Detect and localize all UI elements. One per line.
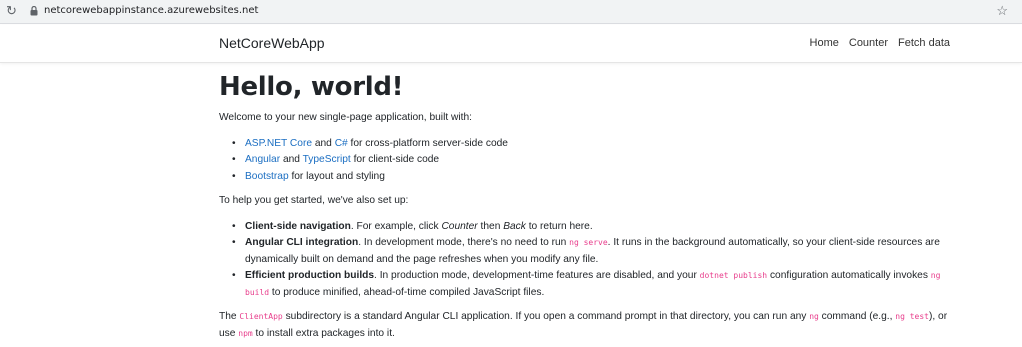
list-item: Angular CLI integration. In development … <box>231 235 959 268</box>
navbar-brand[interactable]: NetCoreWebApp <box>219 35 325 51</box>
browser-address-bar: ↻ netcorewebappinstance.azurewebsites.ne… <box>0 0 1022 24</box>
nav-link-home[interactable]: Home <box>810 37 839 49</box>
nav-links: Home Counter Fetch data <box>810 37 950 49</box>
list-item: Efficient production builds. In producti… <box>231 268 959 301</box>
built-with-list: ASP.NET Core and C# for cross-platform s… <box>231 136 959 186</box>
main-content: Hello, world! Welcome to your new single… <box>219 70 959 347</box>
list-item: Bootstrap for layout and styling <box>231 169 959 186</box>
reload-icon[interactable]: ↻ <box>6 3 17 19</box>
bootstrap-link[interactable]: Bootstrap <box>245 171 289 182</box>
url-field[interactable]: netcorewebappinstance.azurewebsites.net <box>44 5 258 16</box>
page-title: Hello, world! <box>219 72 404 102</box>
intro-text: Welcome to your new single-page applicat… <box>219 112 472 123</box>
setup-intro-text: To help you get started, we've also set … <box>219 195 409 206</box>
lock-icon[interactable] <box>30 6 38 16</box>
top-navbar: NetCoreWebApp Home Counter Fetch data <box>0 25 1022 63</box>
setup-list: Client-side navigation. For example, cli… <box>231 219 959 302</box>
list-item: Angular and TypeScript for client-side c… <box>231 152 959 169</box>
clientapp-paragraph: The ClientApp subdirectory is a standard… <box>219 311 948 339</box>
list-item: Client-side navigation. For example, cli… <box>231 219 959 236</box>
bookmark-star-icon[interactable]: ☆ <box>996 3 1008 19</box>
nav-link-counter[interactable]: Counter <box>849 37 888 49</box>
csharp-link[interactable]: C# <box>335 138 348 149</box>
nav-link-fetch-data[interactable]: Fetch data <box>898 37 950 49</box>
typescript-link[interactable]: TypeScript <box>303 154 351 165</box>
angular-link[interactable]: Angular <box>245 154 280 165</box>
list-item: ASP.NET Core and C# for cross-platform s… <box>231 136 959 153</box>
aspnet-core-link[interactable]: ASP.NET Core <box>245 138 312 149</box>
